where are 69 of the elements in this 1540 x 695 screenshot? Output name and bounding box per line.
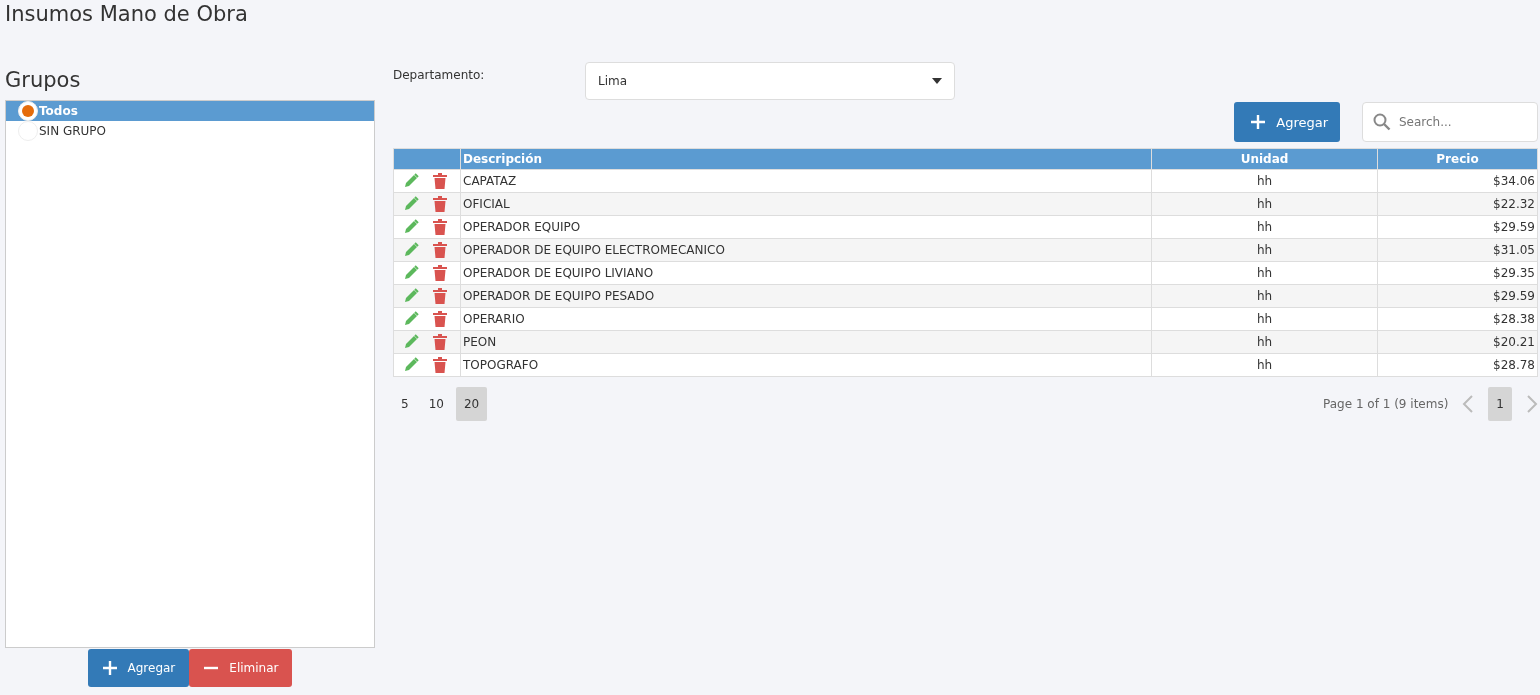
delete-button[interactable]: Eliminar [189,649,293,687]
edit-icon[interactable] [403,311,419,327]
table-cell: hh [1151,284,1378,308]
caret-icon [932,78,942,84]
table-cell: OPERARIO [460,307,1152,331]
department-dropdown[interactable]: Lima [585,62,955,100]
table-cell: $20.21 [1377,330,1538,354]
edit-icon[interactable] [403,357,419,373]
group-item[interactable]: SIN GRUPO [6,121,374,141]
plus-icon [1250,114,1267,130]
table-cell: CAPATAZ [460,169,1152,193]
table-cell: $22.32 [1377,192,1538,216]
table-cell: $29.59 [1377,215,1538,239]
table-cell: hh [1151,215,1378,239]
edit-icon[interactable] [403,265,419,281]
search-icon [1373,113,1391,131]
add-button[interactable]: Agregar [87,649,190,687]
trash-icon[interactable] [433,288,447,304]
edit-icon[interactable] [403,334,419,350]
previous-page-icon[interactable] [1462,395,1475,413]
table-cell: hh [1151,307,1378,331]
trash-icon[interactable] [433,219,447,235]
radio-icon [18,121,38,141]
trash-icon[interactable] [433,311,447,327]
page-size-option[interactable]: 10 [420,387,452,421]
table-cell: $31.05 [1377,238,1538,262]
table-cell: $28.78 [1377,353,1538,377]
plus-icon [101,660,118,676]
search-field[interactable]: Search... [1362,102,1538,142]
edit-icon[interactable] [403,173,419,189]
trash-icon[interactable] [433,265,447,281]
page-size-option[interactable]: 5 [393,387,417,421]
trash-icon[interactable] [433,196,447,212]
trash-icon[interactable] [433,357,447,373]
department-label: Departamento: [393,67,486,82]
table-cell: hh [1151,353,1378,377]
column-header: Precio [1377,148,1538,170]
edit-icon[interactable] [403,196,419,212]
table-cell: TOPOGRAFO [460,353,1152,377]
table-cell: $29.35 [1377,261,1538,285]
table-cell: OPERADOR DE EQUIPO ELECTROMECANICO [460,238,1152,262]
table-cell: $28.38 [1377,307,1538,331]
column-header: Descripción [460,148,1152,170]
table-cell: $34.06 [1377,169,1538,193]
table-cell: OPERADOR DE EQUIPO PESADO [460,284,1152,308]
page-title: Insumos Mano de Obra [5,1,249,28]
trash-icon[interactable] [433,334,447,350]
table-cell: OPERADOR EQUIPO [460,215,1152,239]
edit-icon[interactable] [403,219,419,235]
column-header: Unidad [1151,148,1378,170]
table-cell: hh [1151,330,1378,354]
trash-icon[interactable] [433,173,447,189]
page-number[interactable]: 1 [1488,387,1512,421]
table-cell: hh [1151,169,1378,193]
table-cell: $29.59 [1377,284,1538,308]
table-cell: hh [1151,238,1378,262]
table-cell: PEON [460,330,1152,354]
table-cell: OPERADOR DE EQUIPO LIVIANO [460,261,1152,285]
table-cell: OFICIAL [460,192,1152,216]
page-size-option[interactable]: 20 [455,387,488,421]
add-button[interactable]: Agregar [1234,102,1340,142]
table-cell: hh [1151,192,1378,216]
trash-icon[interactable] [433,242,447,258]
groups-title: Grupos [5,67,82,94]
edit-icon[interactable] [403,288,419,304]
table-cell: hh [1151,261,1378,285]
page-info: Page 1 of 1 (9 items) [1323,397,1449,411]
next-page-icon[interactable] [1526,395,1538,413]
edit-icon[interactable] [403,242,419,258]
